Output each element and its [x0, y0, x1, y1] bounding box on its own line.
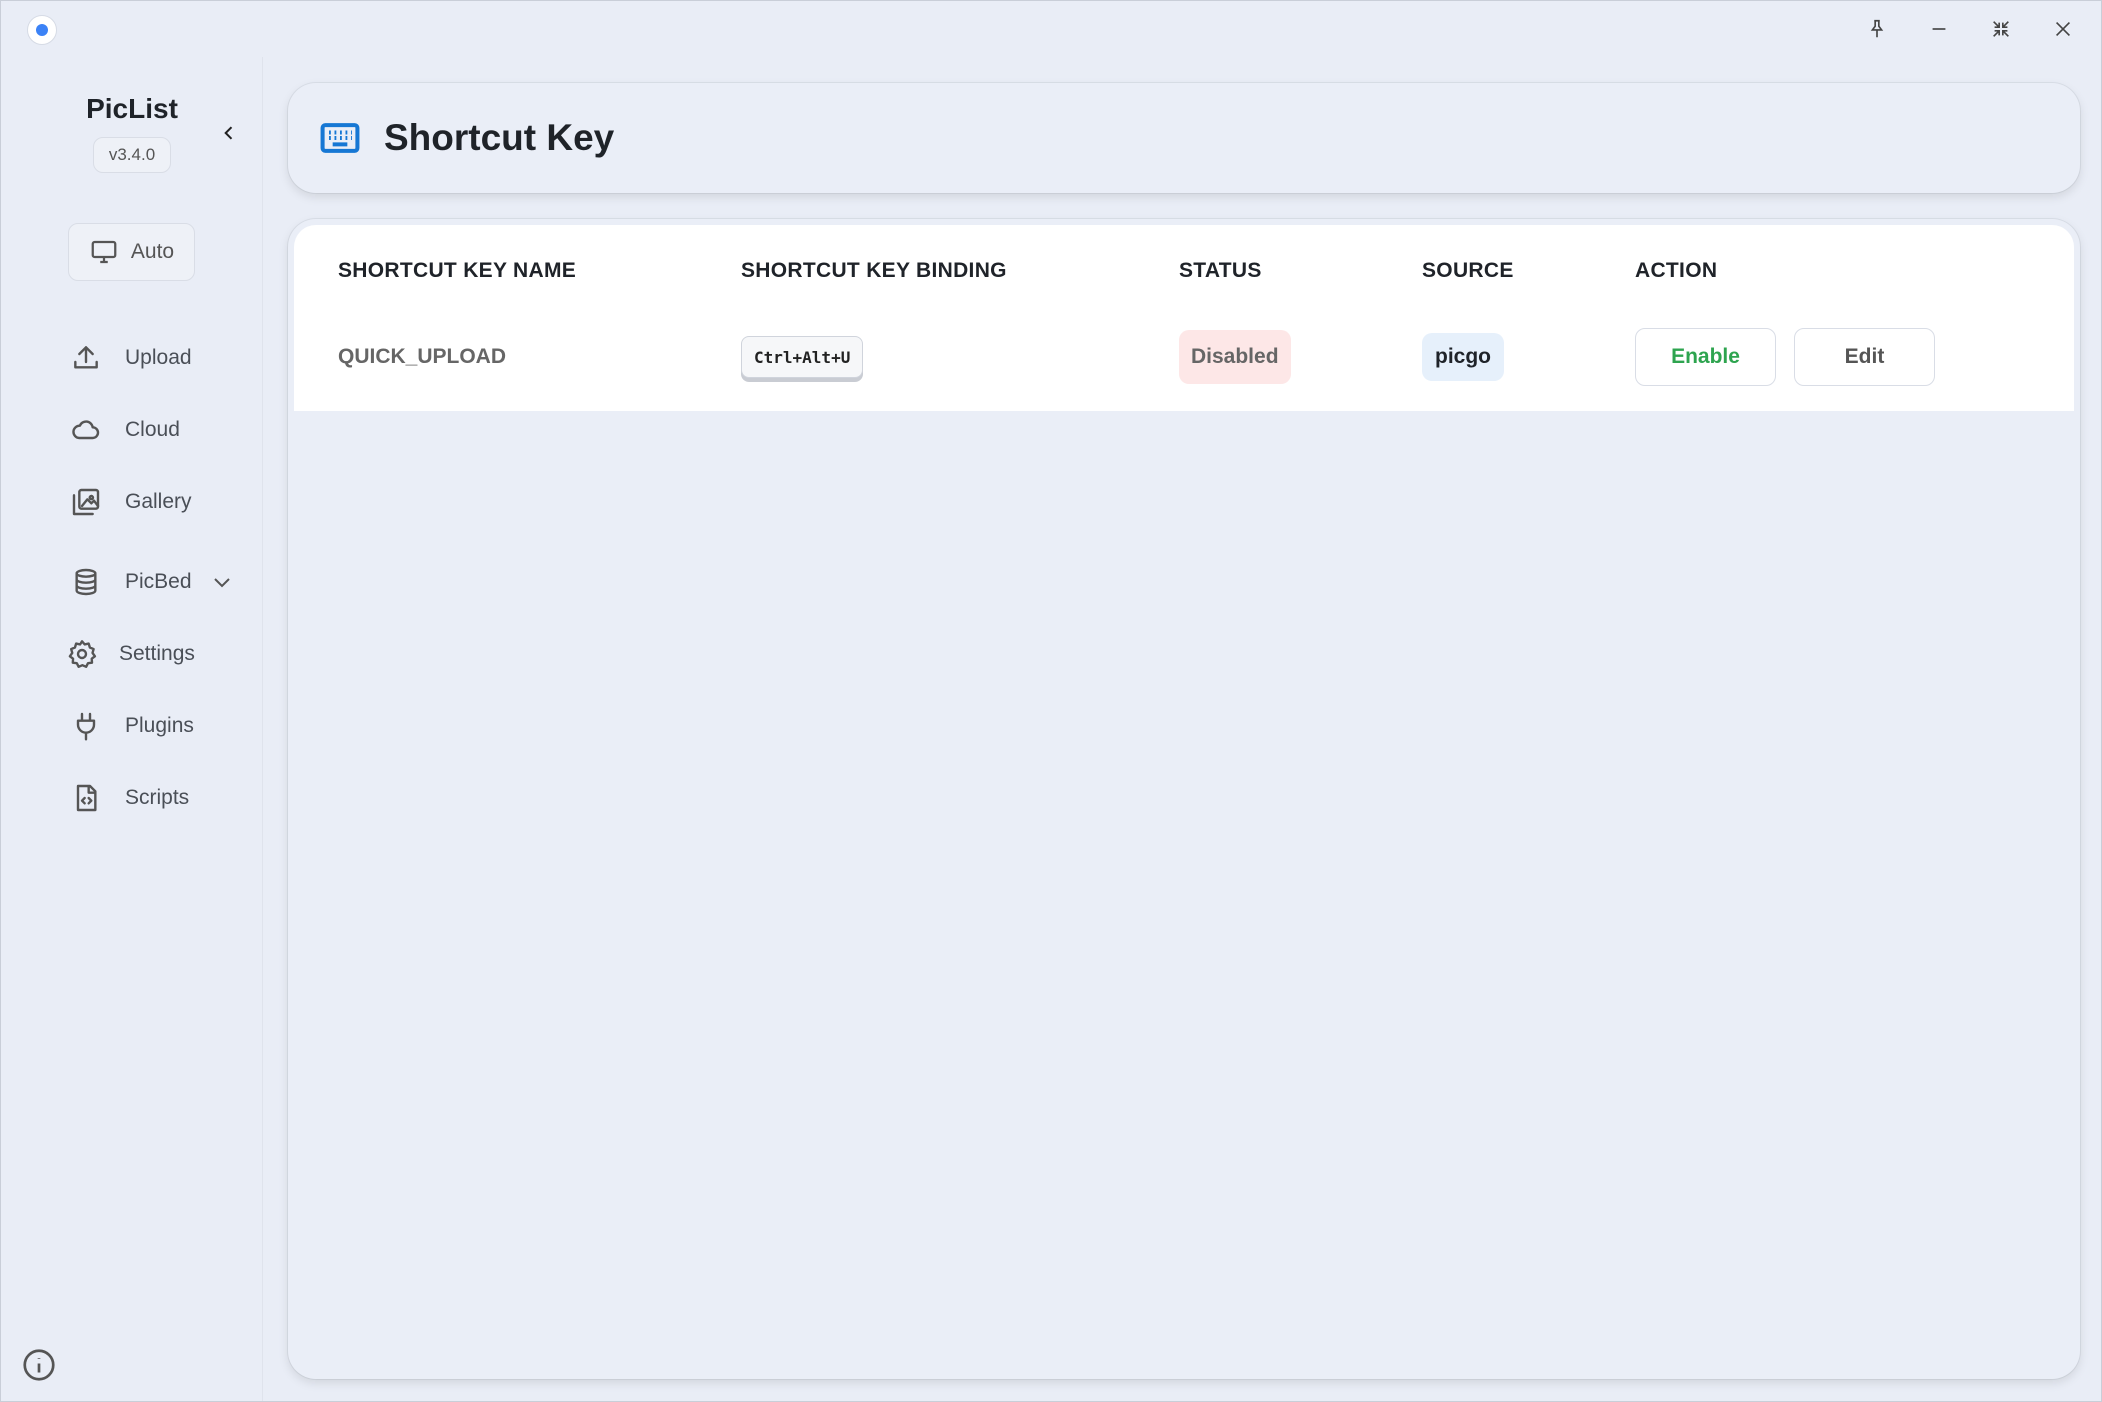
shrink-icon [1993, 21, 2009, 37]
version-badge: v3.4.0 [93, 137, 171, 173]
monitor-icon [91, 240, 117, 264]
sidebar-item-cloud[interactable]: Cloud [69, 405, 180, 455]
status-badge: Disabled [1179, 330, 1291, 384]
sidebar-item-label: Plugins [125, 714, 194, 737]
close-button[interactable] [2043, 9, 2083, 49]
sidebar: PicList v3.4.0 Auto Upload Cloud Gallery… [1, 57, 263, 1401]
column-header-action: ACTION [1635, 259, 1718, 282]
shrink-button[interactable] [1981, 9, 2021, 49]
edit-button[interactable]: Edit [1794, 328, 1935, 386]
title-bar [1, 1, 2101, 57]
chevron-left-icon [224, 126, 233, 140]
sidebar-item-scripts[interactable]: Scripts [69, 773, 189, 823]
cloud-icon [72, 420, 100, 440]
page-header: Shortcut Key [288, 83, 2080, 193]
minimize-button[interactable] [1919, 9, 1959, 49]
source-badge: picgo [1422, 333, 1504, 381]
enable-button[interactable]: Enable [1635, 328, 1776, 386]
minimize-icon [1932, 28, 1946, 30]
database-icon [75, 568, 97, 596]
sidebar-item-label: Settings [119, 642, 195, 665]
sidebar-item-label: Gallery [125, 490, 192, 513]
window-controls [1857, 9, 2083, 49]
sidebar-item-plugins[interactable]: Plugins [69, 701, 194, 751]
info-button[interactable] [21, 1347, 57, 1383]
plug-icon [76, 712, 96, 741]
keyboard-icon [318, 116, 362, 160]
chevron-down-icon [213, 578, 230, 588]
shortcut-table: SHORTCUT KEY NAME SHORTCUT KEY BINDING S… [294, 225, 2074, 411]
script-file-icon [76, 784, 97, 812]
sidebar-item-picbed[interactable]: PicBed [69, 557, 234, 607]
theme-toggle-button[interactable]: Auto [68, 223, 195, 281]
app-window: PicList v3.4.0 Auto Upload Cloud Gallery… [0, 0, 2102, 1402]
shortcut-name: QUICK_UPLOAD [338, 345, 507, 368]
pin-button[interactable] [1857, 9, 1897, 49]
page-title: Shortcut Key [384, 117, 615, 158]
gallery-icon [72, 488, 100, 516]
sidebar-item-label: Upload [125, 346, 192, 369]
sidebar-item-gallery[interactable]: Gallery [69, 477, 192, 527]
shortcut-table-panel: SHORTCUT KEY NAME SHORTCUT KEY BINDING S… [288, 219, 2080, 1379]
close-icon [2055, 21, 2071, 37]
theme-label: Auto [130, 240, 175, 263]
sidebar-item-settings[interactable]: Settings [65, 629, 195, 679]
gear-icon [68, 640, 97, 668]
sidebar-item-label: Cloud [125, 418, 180, 441]
upload-icon [74, 346, 98, 369]
pin-icon [1870, 19, 1884, 38]
column-header-source: SOURCE [1422, 259, 1514, 282]
info-icon [23, 1349, 55, 1381]
shortcut-binding-kbd: Ctrl+Alt+U [741, 336, 864, 378]
app-logo-icon [27, 15, 57, 45]
collapse-sidebar-button[interactable] [213, 117, 245, 149]
sidebar-item-label: Scripts [125, 786, 190, 809]
column-header-status: STATUS [1179, 259, 1262, 282]
column-header-binding: SHORTCUT KEY BINDING [741, 259, 1007, 282]
column-header-name: SHORTCUT KEY NAME [338, 259, 577, 282]
sidebar-item-label: PicBed [125, 570, 192, 593]
sidebar-item-upload[interactable]: Upload [69, 333, 192, 383]
